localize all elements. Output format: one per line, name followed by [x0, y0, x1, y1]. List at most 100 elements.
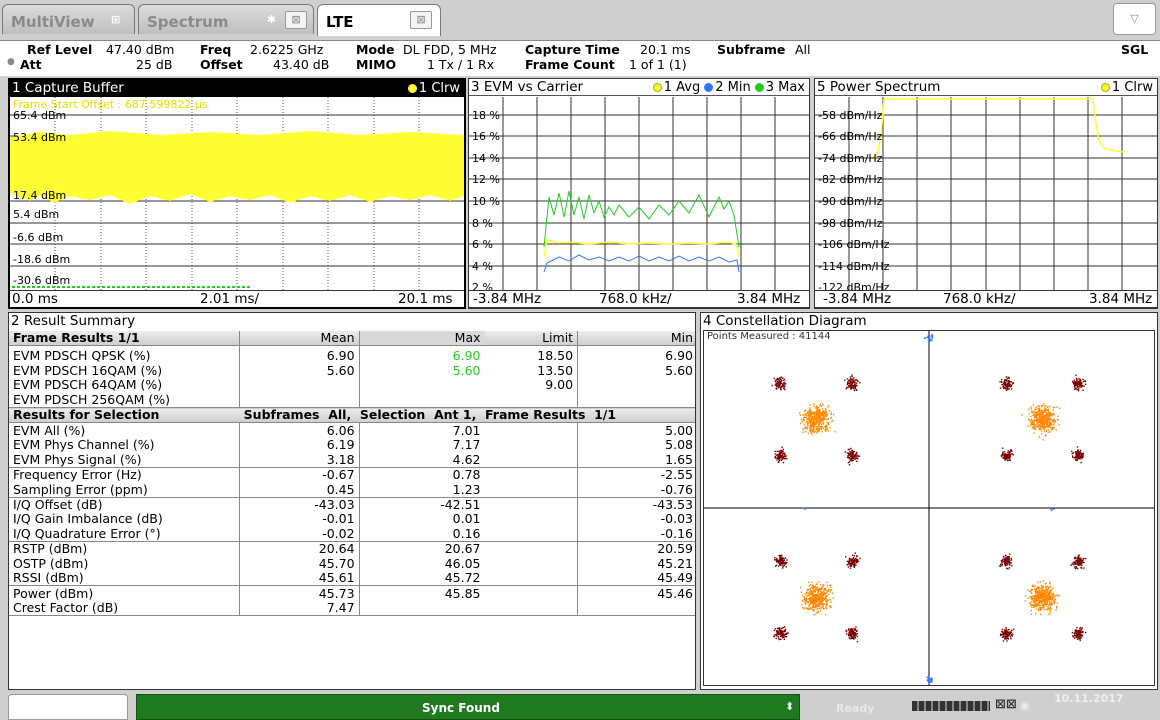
power-spectrum-legend-text: 1 Clrw [1111, 80, 1153, 95]
header-min: Min [670, 330, 693, 346]
evm-y-tick: 18 % [472, 109, 500, 122]
status-left-tab[interactable] [8, 694, 128, 720]
capture-y-tick: -6.6 dBm [13, 231, 64, 244]
mimo-label: MIMO [356, 57, 397, 72]
capture-y-tick: 17.4 dBm [13, 189, 67, 202]
evm-carrier-legend: 1 Avg 2 Min 3 Max [649, 79, 805, 96]
trace-min-icon [704, 83, 714, 92]
evm-x-end: 3.84 MHz [737, 291, 801, 307]
mode-value: DL FDD, 5 MHz [403, 42, 497, 57]
tab-multiview[interactable]: MultiView ⊞ [2, 4, 135, 34]
tab-spectrum-label: Spectrum [147, 13, 229, 31]
table-row: Crest Factor (dB) 7.47 [9, 600, 695, 616]
sgl-indicator: SGL [1121, 42, 1149, 57]
ps-x-axis: -3.84 MHz 768.0 kHz/ 3.84 MHz [815, 290, 1157, 308]
table-row: I/Q Gain Imbalance (dB) -0.01 0.01 -0.03 [9, 512, 695, 527]
selection-label: Results for Selection [13, 407, 160, 423]
constellation-cluster [999, 626, 1015, 642]
power-spectrum-legend: 1 Clrw [1097, 79, 1153, 96]
capture-x-end: 20.1 ms [398, 291, 453, 307]
subframe-label: Subframe [717, 42, 786, 57]
status-bar: Sync Found ⬍ Ready ⊠⊠ ◉ 10.11.2017 [0, 690, 1160, 720]
table-row: I/Q Offset (dB) -43.03 -42.51 -43.53 [9, 497, 695, 512]
constellation-cluster [800, 581, 835, 616]
constellation-cluster [844, 374, 861, 392]
constellation-cluster [1072, 374, 1087, 392]
ref-level-label: Ref Level [27, 42, 93, 57]
result-summary-panel[interactable]: 2 Result Summary Frame Results 1/1 Mean … [8, 312, 696, 690]
evm-y-tick: 8 % [472, 217, 493, 230]
constellation-cluster [774, 554, 788, 569]
constellation-panel[interactable]: 4 Constellation Diagram Points Measured … [700, 312, 1158, 690]
capture-buffer-panel[interactable]: 1 Capture Buffer 1 Clrw Frame Start Offs… [8, 78, 466, 309]
capture-buffer-plot[interactable]: Frame Start Offset : 687.599822 µs 65.4 … [10, 97, 464, 290]
constellation-cluster [1000, 447, 1015, 462]
capture-x-div: 2.01 ms/ [200, 291, 260, 307]
mimo-value: 1 Tx / 1 Rx [427, 57, 495, 72]
spectrum-settings-icon: ✱ [267, 13, 277, 26]
trace-1-icon [407, 84, 417, 93]
tab-dropdown-button[interactable]: ▽ [1113, 3, 1156, 35]
capture-buffer-legend-text: 1 Clrw [418, 81, 460, 96]
freq-value: 2.6225 GHz [250, 42, 324, 57]
table-row: EVM PDSCH 256QAM (%) [9, 393, 695, 408]
capture-y-tick: 65.4 dBm [13, 109, 67, 122]
sync-status-text: Sync Found [422, 701, 500, 715]
evm-carrier-plot[interactable]: 18 % 16 % 14 % 12 % 10 % 8 % 6 % 4 % 2 % [469, 97, 809, 294]
evm-carrier-title-text: 3 EVM vs Carrier [471, 79, 584, 95]
subframe-value: All [795, 42, 811, 57]
capture-time-label: Capture Time [525, 42, 620, 57]
sync-lock-icon: ⊠⊠ [995, 697, 1017, 712]
sync-status-bar[interactable]: Sync Found ⬍ [136, 694, 800, 720]
evm-y-tick: 12 % [472, 173, 500, 186]
constellation-cluster [1071, 626, 1087, 642]
table-row: Sampling Error (ppm) 0.45 1.23 -0.76 [9, 482, 695, 498]
att-value: 25 dB [136, 57, 173, 72]
app-window: MultiView ⊞ Spectrum ✱ ⊠ LTE ⊠ ▽ Ref Lev… [0, 0, 1160, 720]
evm-y-tick: 10 % [472, 195, 500, 208]
capture-buffer-title: 1 Capture Buffer 1 Clrw [10, 80, 464, 97]
tab-lte-label: LTE [326, 13, 354, 31]
evm-y-tick: 6 % [472, 238, 493, 251]
legend-min: 2 Min [715, 80, 751, 95]
header-mean: Mean [239, 331, 360, 346]
header-max: Max [359, 331, 485, 346]
constellation-cluster [1024, 580, 1061, 615]
constellation-cluster [923, 334, 934, 343]
constellation-cluster [926, 676, 933, 684]
tab-spectrum-close-icon[interactable]: ⊠ [285, 11, 307, 29]
ps-y-tick: -58 dBm/Hz [818, 109, 883, 122]
frame-results-header: Frame Results 1/1 Mean Max Limit Min [9, 330, 695, 346]
power-spectrum-panel[interactable]: 5 Power Spectrum 1 Clrw -58 dBm/Hz -66 d… [814, 78, 1158, 309]
power-spectrum-plot[interactable]: -58 dBm/Hz -66 dBm/Hz -74 dBm/Hz -82 dBm… [815, 97, 1157, 294]
constellation-cluster [1071, 446, 1085, 464]
selection-value: Subframes All, Selection Ant 1, Frame Re… [243, 407, 617, 423]
evm-vs-carrier-panel[interactable]: 3 EVM vs Carrier 1 Avg 2 Min 3 Max 18 % 16… [468, 78, 810, 309]
tab-spectrum[interactable]: Spectrum ✱ ⊠ [138, 4, 314, 34]
constellation-scatter [704, 331, 1154, 685]
tab-lte-close-icon[interactable]: ⊠ [410, 11, 432, 29]
constellation-plot[interactable]: Points Measured : 41144 [703, 330, 1155, 686]
date-display: 10.11.2017 [1054, 692, 1124, 705]
offset-value: 43.40 dB [273, 57, 330, 72]
evm-y-tick: 14 % [472, 152, 500, 165]
measurement-settings-bar[interactable]: Ref Level 47.40 dBm ● Att 25 dB Freq 2.6… [0, 40, 1160, 76]
table-row: I/Q Quadrature Error (°) -0.02 0.16 -0.16 [9, 527, 695, 542]
constellation-cluster [799, 403, 836, 436]
capture-y-tick: -18.6 dBm [13, 253, 71, 266]
sync-dropdown-icon[interactable]: ⬍ [785, 700, 794, 713]
table-row: EVM PDSCH QPSK (%) 6.90 6.90 18.50 6.90 [9, 345, 695, 364]
table-row: Power (dBm) 45.73 45.85 45.46 [9, 585, 695, 601]
table-row: EVM Phys Signal (%) 3.18 4.62 1.65 [9, 453, 695, 468]
power-spectrum-title-text: 5 Power Spectrum [817, 79, 941, 95]
ready-status-text: Ready [836, 702, 875, 715]
table-row: EVM PDSCH 64QAM (%) 9.00 [9, 378, 695, 393]
constellation-cluster [1021, 402, 1061, 441]
mode-label: Mode [356, 42, 395, 57]
constellation-cluster [999, 376, 1015, 392]
tab-lte[interactable]: LTE ⊠ [317, 4, 441, 36]
power-spectrum-title: 5 Power Spectrum 1 Clrw [815, 79, 1157, 96]
capture-buffer-title-text: 1 Capture Buffer [12, 80, 124, 96]
header-label: Frame Results 1/1 [9, 331, 241, 346]
capture-time-value: 20.1 ms [640, 42, 691, 57]
